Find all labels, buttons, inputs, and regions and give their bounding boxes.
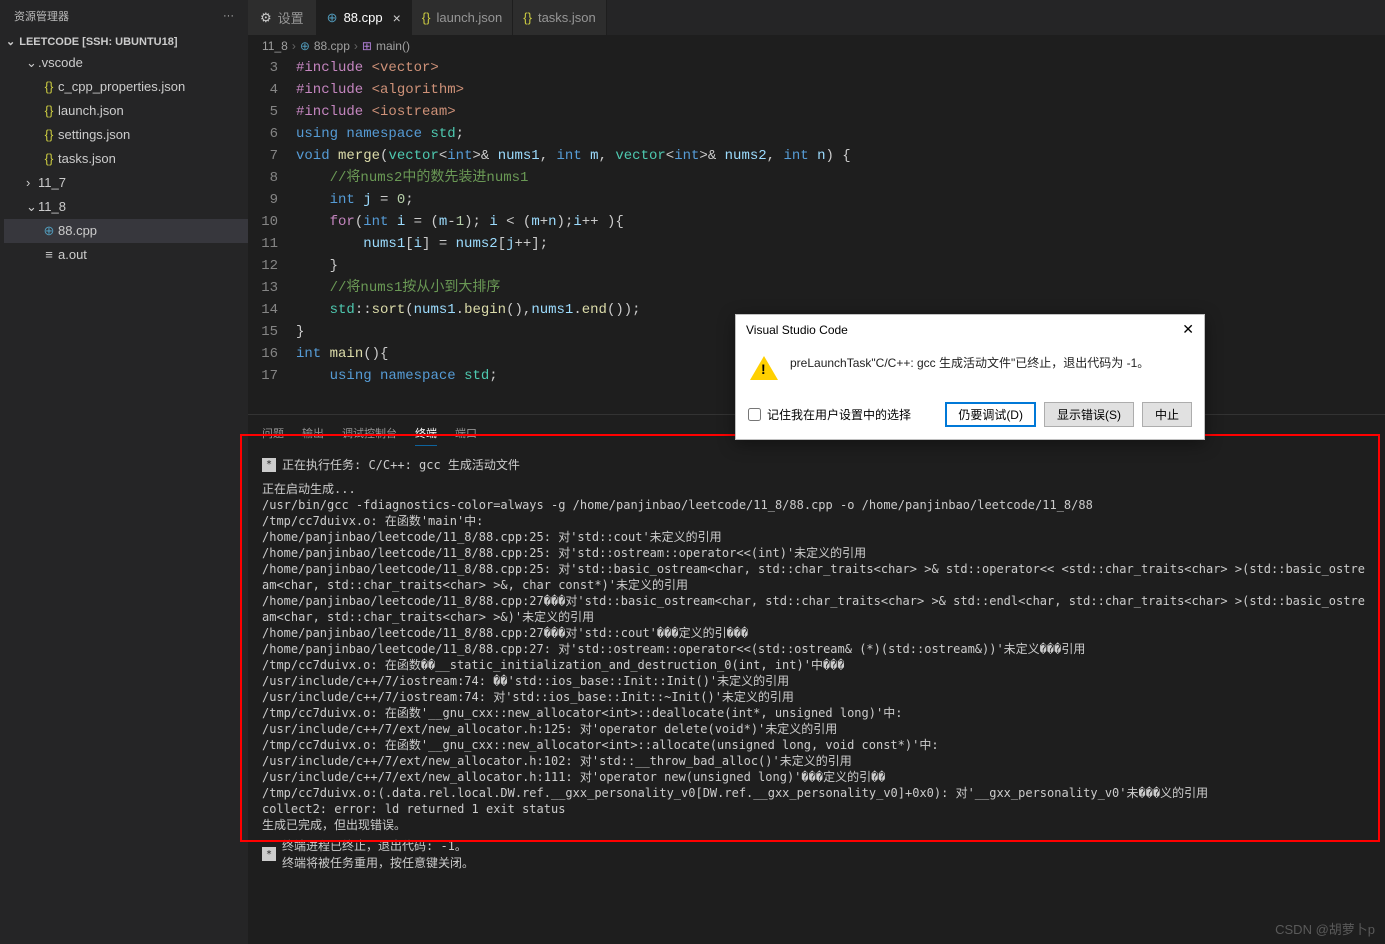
explorer-title: 资源管理器 bbox=[14, 8, 69, 24]
terminal-footer: 终端进程已终止，退出代码: -1。 bbox=[282, 837, 474, 854]
terminal-line: /usr/include/c++/7/ext/new_allocator.h:1… bbox=[262, 753, 1371, 769]
panel-tab-3[interactable]: 终端 bbox=[415, 421, 437, 446]
terminal-line: /tmp/cc7duivx.o: 在函数'__gnu_cxx::new_allo… bbox=[262, 705, 1371, 721]
terminal-line: /tmp/cc7duivx.o: 在函数��__static_initializ… bbox=[262, 657, 1371, 673]
abort-button[interactable]: 中止 bbox=[1142, 402, 1192, 427]
terminal-line: /usr/bin/gcc -fdiagnostics-color=always … bbox=[262, 497, 1371, 513]
method-icon: ⊞ bbox=[362, 39, 372, 53]
panel-tab-0[interactable]: 问题 bbox=[262, 421, 284, 446]
chevron-down-icon: ⌄ bbox=[6, 35, 15, 48]
tree-item-c_cpp_properties-json[interactable]: {}c_cpp_properties.json bbox=[4, 75, 248, 99]
tab-launch.json[interactable]: {}launch.json bbox=[412, 0, 513, 35]
warning-icon bbox=[750, 356, 778, 380]
bottom-panel: 问题输出调试控制台终端端口 * 正在执行任务: C/C++: gcc 生成活动文… bbox=[248, 414, 1385, 944]
terminal-line: /usr/include/c++/7/ext/new_allocator.h:1… bbox=[262, 721, 1371, 737]
tree-item-11_7[interactable]: ›11_7 bbox=[4, 171, 248, 195]
panel-tab-2[interactable]: 调试控制台 bbox=[342, 421, 397, 446]
tree-item-a-out[interactable]: ≡a.out bbox=[4, 243, 248, 267]
breadcrumb-item[interactable]: main() bbox=[376, 39, 410, 53]
task-label: 正在执行任务: C/C++: gcc 生成活动文件 bbox=[282, 456, 520, 473]
terminal-line: /tmp/cc7duivx.o: 在函数'__gnu_cxx::new_allo… bbox=[262, 737, 1371, 753]
tab-88.cpp[interactable]: ⊕88.cpp× bbox=[317, 0, 412, 35]
tree-item-88-cpp[interactable]: ⊕88.cpp bbox=[4, 219, 248, 243]
terminal-line: /usr/include/c++/7/ext/new_allocator.h:1… bbox=[262, 769, 1371, 785]
close-icon[interactable]: × bbox=[393, 10, 401, 26]
file-tree: ⌄.vscode{}c_cpp_properties.json{}launch.… bbox=[0, 51, 248, 267]
explorer-sidebar: 资源管理器 ··· ⌄ LEETCODE [SSH: UBUNTU18] ⌄.v… bbox=[0, 0, 248, 944]
workspace-header[interactable]: ⌄ LEETCODE [SSH: UBUNTU18] bbox=[0, 32, 248, 51]
terminal-footer: 终端将被任务重用，按任意键关闭。 bbox=[282, 854, 474, 871]
terminal-line: /home/panjinbao/leetcode/11_8/88.cpp:25:… bbox=[262, 545, 1371, 561]
breadcrumb[interactable]: 11_8 › ⊕ 88.cpp › ⊞ main() bbox=[248, 35, 1385, 57]
terminal-line: /usr/include/c++/7/iostream:74: 对'std::i… bbox=[262, 689, 1371, 705]
tab-tasks.json[interactable]: {}tasks.json bbox=[513, 0, 607, 35]
cpp-icon: ⊕ bbox=[300, 39, 310, 53]
terminal-line: 生成已完成，但出现错误。 bbox=[262, 817, 1371, 833]
panel-tab-4[interactable]: 端口 bbox=[455, 421, 477, 446]
terminal-line: /tmp/cc7duivx.o: 在函数'main'中: bbox=[262, 513, 1371, 529]
checkbox-label: 记住我在用户设置中的选择 bbox=[767, 406, 911, 423]
terminal-line: 正在启动生成... bbox=[262, 481, 1371, 497]
task-badge-icon: * bbox=[262, 458, 276, 472]
dialog-title: Visual Studio Code bbox=[746, 323, 848, 337]
terminal-line: collect2: error: ld returned 1 exit stat… bbox=[262, 801, 1371, 817]
tree-item-tasks-json[interactable]: {}tasks.json bbox=[4, 147, 248, 171]
chevron-right-icon: › bbox=[354, 39, 358, 53]
breadcrumb-item[interactable]: 88.cpp bbox=[314, 39, 350, 53]
tree-item--vscode[interactable]: ⌄.vscode bbox=[4, 51, 248, 75]
watermark: CSDN @胡萝卜p bbox=[1275, 919, 1375, 938]
tree-item-11_8[interactable]: ⌄11_8 bbox=[4, 195, 248, 219]
panel-tab-1[interactable]: 输出 bbox=[302, 421, 324, 446]
tab-设置[interactable]: ⚙设置 bbox=[248, 0, 317, 35]
remember-checkbox[interactable]: 记住我在用户设置中的选择 bbox=[748, 406, 911, 423]
terminal-line: /tmp/cc7duivx.o:(.data.rel.local.DW.ref.… bbox=[262, 785, 1371, 801]
terminal-line: /home/panjinbao/leetcode/11_8/88.cpp:25:… bbox=[262, 561, 1371, 593]
terminal-line: /home/panjinbao/leetcode/11_8/88.cpp:27�… bbox=[262, 593, 1371, 625]
terminal-line: /home/panjinbao/leetcode/11_8/88.cpp:27�… bbox=[262, 625, 1371, 641]
error-dialog: Visual Studio Code ✕ preLaunchTask"C/C++… bbox=[735, 314, 1205, 440]
editor-tabs: ⚙设置⊕88.cpp×{}launch.json{}tasks.json bbox=[248, 0, 1385, 35]
chevron-right-icon: › bbox=[292, 39, 296, 53]
breadcrumb-item[interactable]: 11_8 bbox=[262, 39, 288, 53]
show-errors-button[interactable]: 显示错误(S) bbox=[1044, 402, 1134, 427]
tree-item-settings-json[interactable]: {}settings.json bbox=[4, 123, 248, 147]
terminal-line: /home/panjinbao/leetcode/11_8/88.cpp:27:… bbox=[262, 641, 1371, 657]
terminal-line: /home/panjinbao/leetcode/11_8/88.cpp:25:… bbox=[262, 529, 1371, 545]
terminal[interactable]: * 正在执行任务: C/C++: gcc 生成活动文件 正在启动生成.../us… bbox=[248, 446, 1385, 944]
debug-anyway-button[interactable]: 仍要调试(D) bbox=[945, 402, 1036, 427]
close-icon[interactable]: ✕ bbox=[1182, 321, 1194, 338]
dialog-message: preLaunchTask"C/C++: gcc 生成活动文件"已终止，退出代码… bbox=[790, 354, 1190, 372]
more-icon[interactable]: ··· bbox=[223, 10, 234, 22]
task-badge-icon: * bbox=[262, 847, 276, 861]
terminal-line: /usr/include/c++/7/iostream:74: ��'std::… bbox=[262, 673, 1371, 689]
tree-item-launch-json[interactable]: {}launch.json bbox=[4, 99, 248, 123]
checkbox-input[interactable] bbox=[748, 408, 761, 421]
workspace-name: LEETCODE [SSH: UBUNTU18] bbox=[19, 36, 177, 48]
